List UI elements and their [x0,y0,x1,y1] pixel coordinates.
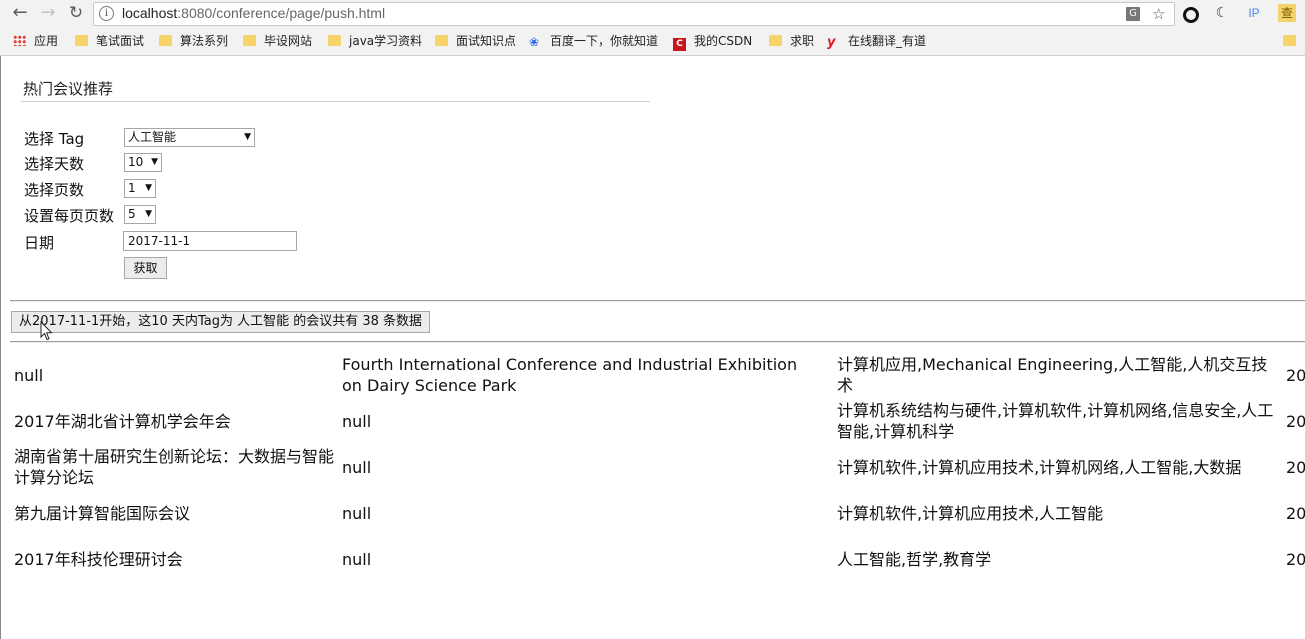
days-select-value: 10 [128,155,144,169]
back-arrow-icon[interactable]: ← [10,3,30,23]
conference-alt-name: null [342,457,372,477]
conference-alt-name: null [342,411,372,431]
bookmark-apps[interactable]: 应用 [13,33,58,50]
table-row: 2017年湖北省计算机学会年会 null 计算机系统结构与硬件,计算机软件,计算… [12,398,1305,444]
info-icon[interactable]: i [99,6,114,21]
folder-icon [159,35,172,46]
conference-date: 2017-11-01 [1286,411,1305,431]
page-select[interactable]: 1 ▼ [124,179,156,198]
conference-alt-name: null [342,549,372,569]
conference-date: 2017-11-01 [1286,503,1305,523]
url-host: localhost [122,5,178,21]
conference-alt-name: Fourth International Conference and Indu… [342,355,798,395]
bookmark-label: 应用 [34,34,59,48]
table-row: 第九届计算智能国际会议 null 计算机软件,计算机应用技术,人工智能 2017… [12,490,1305,536]
dropdown-arrow-icon: ▼ [151,157,158,167]
page-select-value: 1 [128,181,136,195]
extension-circle-icon[interactable] [1183,7,1199,23]
tag-select[interactable]: 人工智能 ▼ [124,128,255,147]
bookmark-folder[interactable]: 求职 [769,33,814,50]
folder-icon [328,35,341,46]
bookmark-csdn[interactable]: C 我的CSDN [673,33,753,51]
bookmarks-bar: 应用 笔试面试 算法系列 毕设网站 java学习资料 面试知识点 ❀ 百度一下，你… [0,28,1305,56]
days-select[interactable]: 10 ▼ [124,153,162,172]
browser-toolbar: ← → ↻ i localhost:8080/conference/page/p… [0,0,1305,28]
conference-tags: 人工智能,哲学,教育学 [837,549,992,569]
conference-date: 2017-11-01 [1286,457,1305,477]
date-label: 日期 [24,234,55,252]
conference-date: 2017-11-01 [1286,549,1305,569]
address-bar[interactable]: i localhost:8080/conference/page/push.ht… [93,2,1175,26]
bookmark-label: java学习资料 [349,34,423,48]
bookmark-label: 求职 [790,34,815,48]
bookmark-folder[interactable]: 毕设网站 [243,33,312,50]
tag-label: 选择 Tag [24,130,85,148]
page-content: 热门会议推荐 选择 Tag 人工智能 ▼ 选择天数 10 ▼ 选择页数 1 ▼ 设置每… [0,56,1305,639]
forward-arrow-icon[interactable]: → [38,3,58,23]
folder-icon [1283,35,1296,46]
page-size-select-value: 5 [128,207,136,221]
bookmark-label: 毕设网站 [264,34,313,48]
extension-moon-icon[interactable]: ☾ [1213,4,1231,22]
conference-date: 2017-11-01 [1286,365,1305,385]
bookmark-folder[interactable]: java学习资料 [328,33,422,50]
mouse-cursor-icon [40,321,53,341]
dropdown-arrow-icon: ▼ [244,132,251,142]
conference-tags: 计算机系统结构与硬件,计算机软件,计算机网络,信息安全,人工智能,计算机科学 [837,401,1274,441]
bookmark-overflow-folder[interactable] [1283,33,1304,50]
title-divider [21,101,650,102]
table-row: null Fourth International Conference and… [12,352,1305,398]
folder-icon [769,35,782,46]
bookmark-baidu[interactable]: ❀ 百度一下，你就知道 [529,33,658,50]
bookmark-label: 百度一下，你就知道 [550,34,659,48]
reload-icon[interactable]: ↻ [66,3,86,23]
fetch-button[interactable]: 获取 [124,257,167,279]
bookmark-folder[interactable]: 算法系列 [159,33,228,50]
conference-name: 湖南省第十届研究生创新论坛：大数据与智能计算分论坛 [14,447,335,487]
conference-name: 2017年湖北省计算机学会年会 [14,411,231,431]
bookmark-label: 算法系列 [180,34,229,48]
dropdown-arrow-icon: ▼ [145,183,152,193]
divider [10,300,1305,302]
table-row: 湖南省第十届研究生创新论坛：大数据与智能计算分论坛 null 计算机软件,计算机… [12,444,1305,490]
apps-grid-icon [13,35,26,46]
conference-tags: 计算机应用,Mechanical Engineering,人工智能,人机交互技术 [837,355,1268,395]
conference-alt-name: null [342,503,372,523]
tag-select-value: 人工智能 [128,130,177,144]
bookmark-label: 笔试面试 [96,34,145,48]
folder-icon [435,35,448,46]
extension-dictionary-icon[interactable]: 查 [1278,4,1296,22]
summary-button[interactable]: 从2017-11-1开始，这10 天内Tag为 人工智能 的会议共有 38 条数… [11,311,431,333]
bookmark-label: 在线翻译_有道 [848,34,927,48]
url-path: :8080/conference/page/push.html [177,5,386,21]
conference-name: 第九届计算智能国际会议 [14,503,191,523]
conference-name: 2017年科技伦理研讨会 [14,549,183,569]
divider [10,341,1305,343]
bookmark-label: 面试知识点 [456,34,517,48]
bookmark-youdao[interactable]: y 在线翻译_有道 [827,33,926,50]
csdn-icon: C [673,38,686,51]
folder-icon [243,35,256,46]
section-title: 热门会议推荐 [23,80,114,98]
extension-ip-icon[interactable]: IP [1245,4,1263,22]
page-label: 选择页数 [24,181,85,199]
page-size-select[interactable]: 5 ▼ [124,205,156,224]
star-icon[interactable]: ☆ [1152,5,1165,23]
bookmark-folder[interactable]: 笔试面试 [75,33,144,50]
folder-icon [75,35,88,46]
table-row: 2017年科技伦理研讨会 null 人工智能,哲学,教育学 2017-11-01 [12,536,1305,582]
page-size-label: 设置每页页数 [24,207,115,225]
dropdown-arrow-icon: ▼ [145,209,152,219]
url-text[interactable]: localhost:8080/conference/page/push.html [122,5,385,21]
bookmark-folder[interactable]: 面试知识点 [435,33,516,50]
bookmark-label: 我的CSDN [694,34,753,48]
conference-tags: 计算机软件,计算机应用技术,计算机网络,人工智能,大数据 [837,457,1242,477]
days-label: 选择天数 [24,155,85,173]
conference-tags: 计算机软件,计算机应用技术,人工智能 [837,503,1104,523]
date-input[interactable]: 2017-11-1 [123,231,297,251]
baidu-paw-icon: ❀ [529,35,540,49]
conference-name: null [14,365,44,385]
translate-icon[interactable]: G [1126,7,1140,21]
youdao-icon: y [827,35,836,50]
